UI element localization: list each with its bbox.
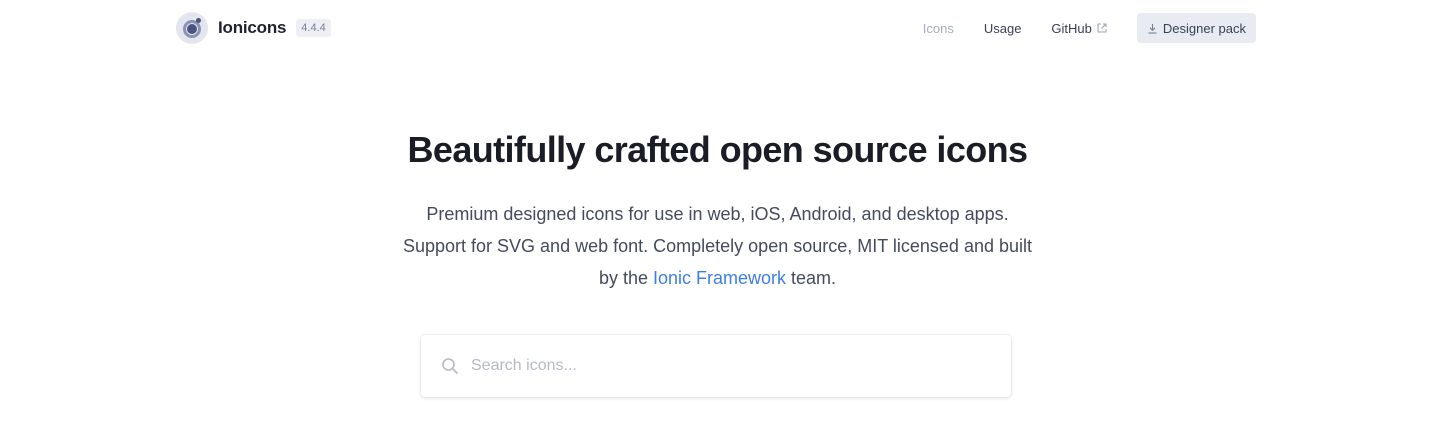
hero-title: Beautifully crafted open source icons <box>407 129 1029 170</box>
main-nav: Icons Usage GitHub Designer pack <box>893 13 1256 43</box>
site-header: Ionicons 4.4.4 Icons Usage GitHub Design… <box>0 0 1435 56</box>
nav-github-label: GitHub <box>1051 20 1092 36</box>
brand-name[interactable]: Ionicons <box>218 18 286 38</box>
hero-subtitle: Premium designed icons for use in web, i… <box>393 198 1043 294</box>
designer-pack-button[interactable]: Designer pack <box>1136 13 1256 43</box>
brand[interactable]: Ionicons 4.4.4 <box>176 12 331 44</box>
search-box <box>421 335 1011 397</box>
nav-usage-link[interactable]: Usage <box>984 21 1022 36</box>
ionicons-logo-icon[interactable] <box>176 12 208 44</box>
nav-icons-link[interactable]: Icons <box>923 21 954 36</box>
search-icon <box>442 358 458 374</box>
hero-subtitle-end: team. <box>786 268 837 288</box>
version-badge: 4.4.4 <box>296 19 331 37</box>
download-icon <box>1148 23 1157 34</box>
hero: Beautifully crafted open source icons Pr… <box>0 128 1435 294</box>
search-input[interactable] <box>471 357 991 375</box>
designer-pack-label: Designer pack <box>1162 20 1246 36</box>
nav-github-link[interactable]: GitHub <box>1051 20 1107 36</box>
external-link-icon <box>1097 23 1107 33</box>
ionic-framework-link[interactable]: Ionic Framework <box>653 268 786 288</box>
